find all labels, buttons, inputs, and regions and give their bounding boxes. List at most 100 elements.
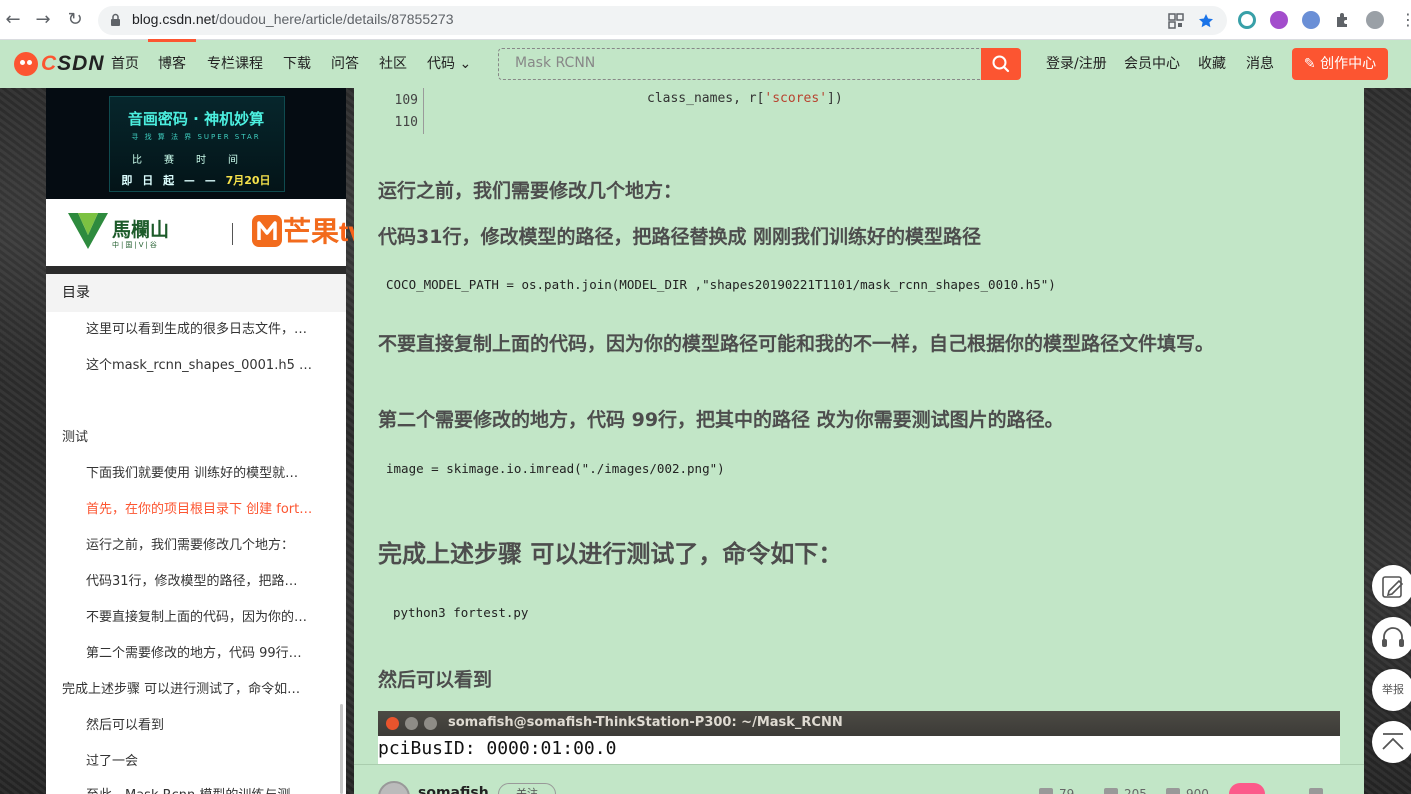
malanshan-subtext: 中|国|V|谷 [112, 241, 159, 249]
author-avatar[interactable] [378, 781, 410, 794]
toc-item[interactable]: 不要直接复制上面的代码，因为你的… [86, 606, 322, 625]
toc-item[interactable]: 测试 [62, 426, 322, 445]
heading-run-test: 完成上述步骤 可以进行测试了，命令如下： [378, 540, 843, 568]
vip-center-link[interactable]: 会员中心 [1124, 40, 1180, 88]
extension-3-icon[interactable] [1302, 11, 1320, 29]
search-icon [992, 55, 1010, 73]
terminal-title: somafish@somafish-ThinkStation-P300: ~/M… [448, 715, 843, 730]
code-block-tail: 109 110 class_names, r['scores']) [354, 88, 1364, 134]
code-string: 'scores' [764, 91, 828, 106]
heading-line31: 代码31行，修改模型的路径，把路径替换成 刚刚我们训练好的模型路径 [378, 226, 982, 248]
line-number: 109 [394, 93, 418, 108]
back-icon[interactable]: ← [2, 9, 24, 31]
edit-icon [1382, 576, 1404, 598]
toc-item-active[interactable]: 首先，在你的项目根目录下 创建 fort… [86, 498, 322, 517]
mango-tv-logo-icon [252, 215, 282, 247]
qr-code-icon[interactable] [1168, 13, 1184, 29]
nav-download[interactable]: 下载 [283, 40, 311, 88]
create-center-button[interactable]: ✎ 创作中心 [1292, 48, 1388, 80]
share-icon[interactable] [1309, 788, 1323, 794]
toc-item[interactable]: 这个mask_rcnn_shapes_0001.h5 … [86, 354, 322, 373]
competition-ad-banner[interactable]: 音画密码 · 神机妙算 寻 找 算 法 界 SUPER STAR 比赛时间 即 … [46, 88, 346, 199]
toc-item[interactable]: 然后可以看到 [86, 714, 322, 733]
search-placeholder: Mask RCNN [515, 55, 596, 71]
favorites-link[interactable]: 收藏 [1198, 40, 1226, 88]
toc-item[interactable]: 运行之前，我们需要修改几个地方： [86, 534, 322, 553]
favorite-icon[interactable] [1166, 788, 1180, 794]
nav-courses[interactable]: 专栏课程 [207, 40, 263, 88]
reload-icon[interactable]: ↻ [64, 9, 86, 31]
more-menu-icon[interactable]: ⋮ [1400, 10, 1411, 29]
heading-second-change: 第二个需要修改的地方，代码 99行，把其中的路径 改为你需要测试图片的路径。 [378, 409, 1064, 431]
sponsor-logos-banner[interactable]: 馬欄山 中|国|V|谷 芒果tv [46, 199, 364, 266]
messages-link[interactable]: 消息 [1246, 40, 1274, 88]
report-button[interactable]: 举报 [1372, 669, 1411, 711]
article-content: 109 110 class_names, r['scores']) 运行之前，我… [354, 88, 1364, 794]
ad-title: 音画密码 · 神机妙算 [127, 110, 265, 128]
browser-toolbar: ← → ↻ blog.csdn.net/doudou_here/article/… [0, 0, 1411, 40]
comment-icon[interactable] [1104, 788, 1118, 794]
table-of-contents: 目录 这里可以看到生成的很多日志文件，… 这个mask_rcnn_shapes_… [46, 274, 346, 794]
create-center-label: 创作中心 [1320, 56, 1377, 72]
report-label: 举报 [1382, 683, 1404, 696]
nav-code[interactable]: 代码 ⌄ [427, 40, 471, 88]
author-footer-bar: somafish 关注 79 205 900 [354, 764, 1364, 794]
url-host: blog.csdn.net [132, 11, 216, 27]
toc-item[interactable]: 下面我们就要使用 训练好的模型就… [86, 462, 322, 481]
toc-title: 目录 [46, 274, 346, 312]
extension-2-icon[interactable] [1270, 11, 1288, 29]
extension-1-icon[interactable] [1238, 11, 1256, 29]
malanshan-text: 馬欄山 [112, 219, 170, 241]
customer-service-button[interactable] [1372, 617, 1411, 659]
site-header: CSDN 首页 博客 专栏课程 下载 问答 社区 代码 ⌄ Mask RCNN … [0, 39, 1411, 88]
search-input[interactable]: Mask RCNN [498, 48, 982, 80]
ad-subtitle: 寻 找 算 法 界 SUPER STAR [131, 133, 261, 141]
code-text: ]) [827, 91, 843, 106]
toc-item[interactable]: 至此，Mask Rcnn 模型的训练与测… [86, 784, 322, 794]
maximize-icon [424, 717, 437, 730]
headset-icon [1382, 627, 1404, 647]
nav-community[interactable]: 社区 [379, 40, 407, 88]
code-image-path: image = skimage.io.imread("./images/002.… [386, 461, 725, 476]
back-to-top-icon [1382, 733, 1404, 750]
like-count: 79 [1059, 787, 1075, 794]
logo-c: C [41, 52, 58, 75]
toc-item[interactable]: 这里可以看到生成的很多日志文件，… [86, 318, 322, 337]
nav-blog[interactable]: 博客 [148, 39, 196, 88]
url-path: /doudou_here/article/details/87855273 [215, 11, 454, 27]
code-text: class_names, r[ [647, 91, 765, 106]
code-command: python3 fortest.py [393, 605, 529, 620]
search-button[interactable] [981, 48, 1021, 80]
bookmark-star-icon[interactable] [1198, 13, 1214, 29]
mango-text: 芒果 [283, 216, 340, 247]
puzzle-icon[interactable] [1334, 11, 1352, 29]
nav-home[interactable]: 首页 [111, 40, 139, 88]
address-bar[interactable]: blog.csdn.net/doudou_here/article/detail… [98, 6, 1227, 35]
code-gutter-divider [423, 88, 424, 134]
reward-button[interactable] [1229, 783, 1265, 794]
write-article-button[interactable] [1372, 565, 1411, 607]
forward-icon[interactable]: → [32, 9, 54, 31]
back-to-top-button[interactable] [1372, 721, 1411, 763]
toc-item[interactable]: 第二个需要修改的地方，代码 99行… [86, 642, 322, 661]
author-name[interactable]: somafish [418, 785, 489, 794]
line-number: 110 [394, 115, 418, 130]
nav-qa[interactable]: 问答 [331, 40, 359, 88]
toc-item[interactable]: 完成上述步骤 可以进行测试了，命令如… [62, 678, 322, 697]
follow-button[interactable]: 关注 [498, 783, 556, 794]
toc-item[interactable]: 过了一会 [86, 750, 322, 769]
login-register-link[interactable]: 登录/注册 [1046, 40, 1107, 88]
favorite-count: 900 [1186, 787, 1209, 794]
toc-scrollbar[interactable] [340, 704, 343, 794]
heading-dont-copy: 不要直接复制上面的代码，因为你的模型路径可能和我的不一样，自己根据你的模型路径文… [378, 333, 1215, 355]
toc-item[interactable]: 代码31行，修改模型的路径，把路… [86, 570, 322, 589]
ad-date-prefix: 即 日 起 — — [121, 174, 219, 187]
comment-count: 205 [1124, 787, 1147, 794]
pen-icon: ✎ [1303, 56, 1321, 72]
ad-date: 7月20日 [225, 174, 271, 187]
profile-avatar[interactable] [1366, 11, 1384, 29]
code-line: class_names, r['scores']) [647, 91, 843, 106]
like-icon[interactable] [1039, 788, 1053, 794]
close-icon [386, 717, 399, 730]
terminal-screenshot: somafish@somafish-ThinkStation-P300: ~/M… [378, 711, 1340, 771]
